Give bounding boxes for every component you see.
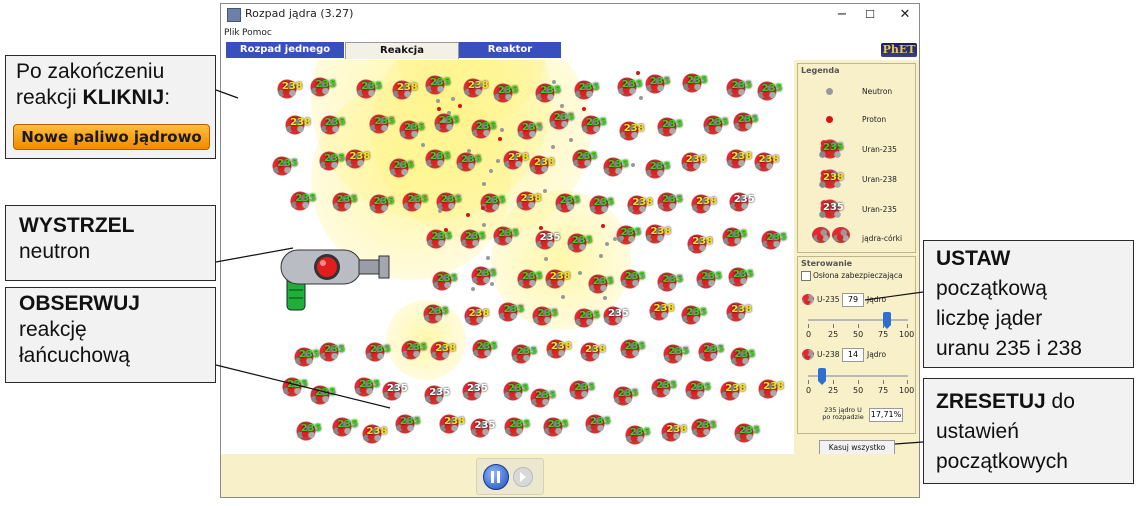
connector-fire: [215, 247, 294, 263]
connector-reset: [894, 441, 924, 445]
connector-observe: [215, 364, 391, 409]
callout-connectors: [215, 89, 924, 445]
connector-set: [864, 291, 924, 301]
connector-new-fuel: [215, 89, 239, 99]
